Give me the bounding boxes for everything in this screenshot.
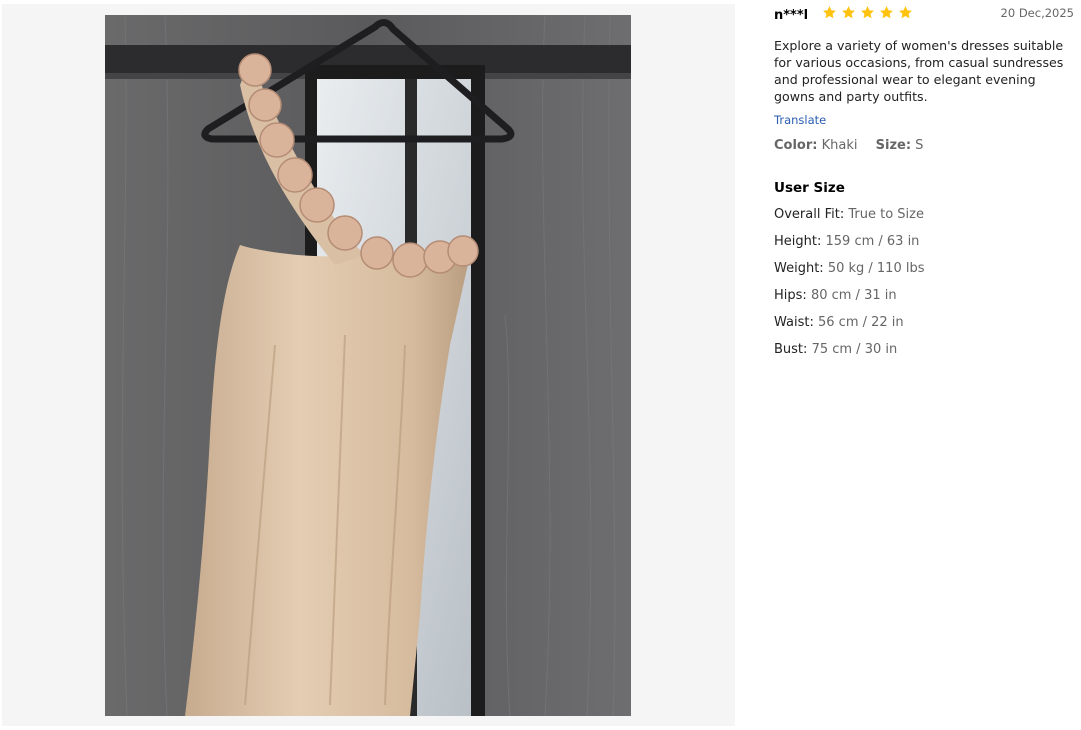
review-header: n***l 20 Dec,2025 (774, 0, 1077, 28)
user-size-title: User Size (774, 180, 845, 196)
star-icon (861, 6, 874, 19)
star-icon (823, 6, 836, 19)
size-label: Size: (875, 138, 912, 153)
star-icon (842, 6, 855, 19)
review-date: 20 Dec,2025 (1000, 6, 1074, 20)
dress-photo-illustration (105, 15, 631, 716)
size-row-value: True to Size (848, 206, 924, 222)
size-row-value: 159 cm / 63 in (825, 233, 920, 249)
review-panel: n***l 20 Dec,2025 Explore a variety of w… (774, 0, 1077, 358)
purchase-attributes: Color: Khaki Size: S (774, 138, 1077, 153)
size-row-bust: Bust: 75 cm / 30 in (774, 341, 1077, 359)
size-row-hips: Hips: 80 cm / 31 in (774, 287, 1077, 305)
size-row-value: 56 cm / 22 in (818, 314, 904, 330)
size-row-label: Weight: (774, 260, 824, 276)
size-value: S (915, 138, 924, 153)
size-row-label: Overall Fit: (774, 206, 845, 222)
translate-link[interactable]: Translate (774, 113, 826, 127)
size-row-value: 80 cm / 31 in (810, 287, 897, 303)
size-row-value: 75 cm / 30 in (811, 341, 898, 357)
star-icon (880, 6, 893, 19)
size-row-weight: Weight: 50 kg / 110 lbs (774, 260, 1077, 278)
star-icon (899, 6, 912, 19)
review-text: Explore a variety of women's dresses sui… (774, 38, 1064, 104)
size-row-height: Height: 159 cm / 63 in (774, 233, 1077, 251)
color-label: Color: (774, 138, 818, 153)
size-row-waist: Waist: 56 cm / 22 in (774, 314, 1077, 332)
size-row-overall-fit: Overall Fit: True to Size (774, 206, 1077, 224)
color-value: Khaki (821, 138, 858, 153)
size-row-label: Bust: (774, 341, 808, 357)
size-row-label: Waist: (774, 314, 814, 330)
user-size-list: Overall Fit: True to Size Height: 159 cm… (774, 206, 1077, 359)
star-rating (822, 5, 917, 21)
size-row-value: 50 kg / 110 lbs (827, 260, 925, 276)
review-image-panel (2, 4, 735, 726)
size-row-label: Hips: (774, 287, 807, 303)
reviewer-name: n***l (774, 8, 809, 23)
size-row-label: Height: (774, 233, 822, 249)
review-photo[interactable] (105, 15, 631, 716)
